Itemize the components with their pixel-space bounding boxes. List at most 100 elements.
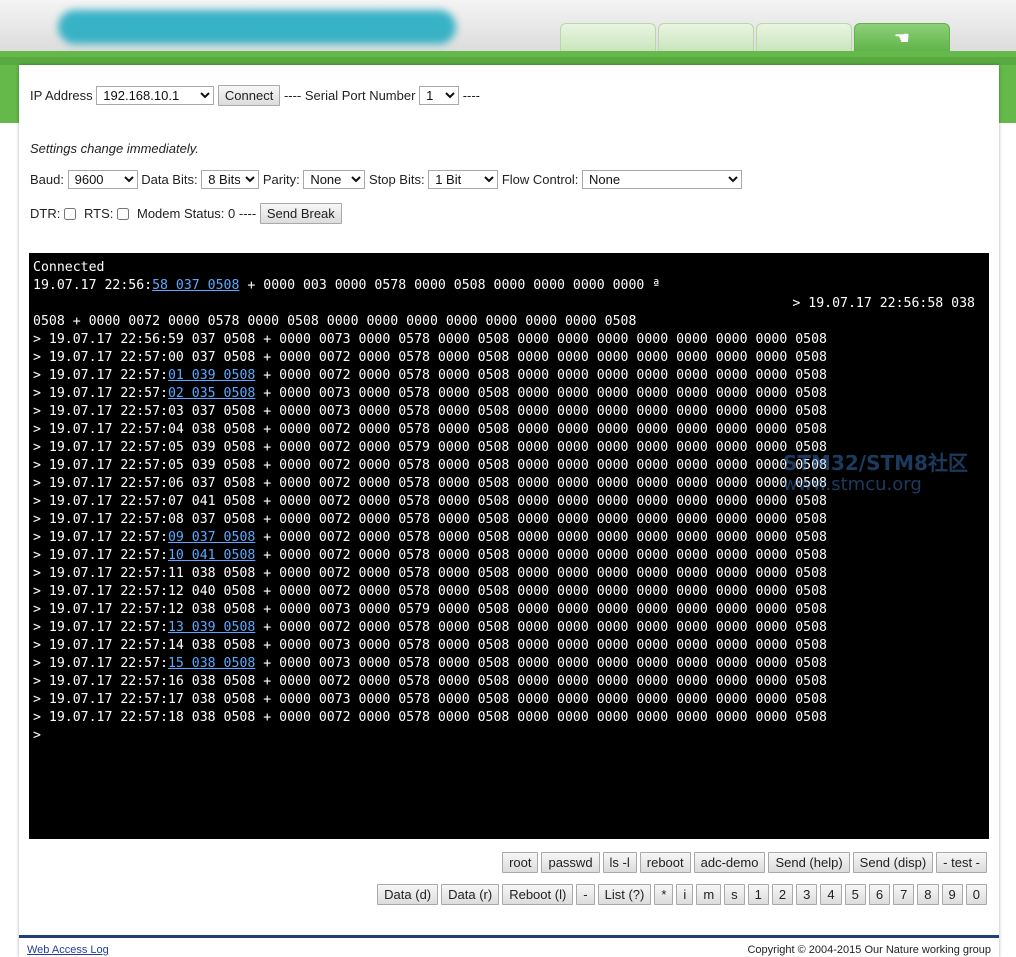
terminal-line: > 19.07.17 22:57:02 035 0508 + 0000 0073… [33,385,985,403]
command-button[interactable]: - [576,884,595,905]
top-banner: ☚ [0,0,1016,52]
terminal-text: > 19.07.17 22:57:18 038 0508 + 0000 0072… [33,710,827,725]
terminal-text: > 19.07.17 22:57: [33,548,168,563]
connection-row: IP Address 192.168.10.1 Connect ---- Ser… [30,85,480,106]
terminal-line: > 19.07.17 22:56:59 037 0508 + 0000 0073… [33,331,985,349]
terminal-link[interactable]: 02 035 0508 [168,386,255,401]
command-button[interactable]: s [724,884,745,905]
terminal-text: > 19.07.17 22:56:58 038 [792,296,975,311]
stopbits-label: Stop Bits: [368,172,425,187]
terminal-text: > 19.07.17 22:57:12 040 0508 + 0000 0072… [33,584,827,599]
command-button[interactable]: 8 [917,884,939,905]
nav-tab-active[interactable]: ☚ [854,23,950,52]
command-button[interactable]: i [676,884,694,905]
terminal-line: > 19.07.17 22:57:12 038 0508 + 0000 0073… [33,601,985,619]
terminal-line: 0508 + 0000 0072 0000 0578 0000 0508 000… [33,313,985,331]
web-access-log-link[interactable]: Web Access Log [27,944,109,956]
serial-port-label: Serial Port Number [304,88,416,103]
watermark-line-1: STM32/STM8社区 [783,451,968,475]
terminal-line: > 19.07.17 22:57:16 038 0508 + 0000 0072… [33,673,985,691]
ip-address-label: IP Address [30,88,93,103]
command-button[interactable]: 1 [747,884,769,905]
nav-tab-1[interactable] [560,23,656,52]
stopbits-select[interactable]: 1 Bit [428,170,499,189]
command-button[interactable]: 5 [844,884,866,905]
command-button[interactable]: 3 [796,884,818,905]
command-button[interactable]: * [654,884,674,905]
serial-port-select[interactable]: 1 [419,86,460,105]
nav-tab-2[interactable] [658,23,754,52]
command-button[interactable]: reboot [639,852,691,873]
command-button[interactable]: 9 [941,884,963,905]
terminal-text: 0508 + 0000 0072 0000 0578 0000 0508 000… [33,314,637,329]
hand-icon: ☚ [893,28,911,48]
terminal-line: > 19.07.17 22:57:10 041 0508 + 0000 0072… [33,547,985,565]
settings-note: Settings change immediately. [30,141,199,156]
command-button[interactable]: 2 [771,884,794,905]
command-button[interactable]: List (?) [597,884,652,905]
terminal-line: > 19.07.17 22:57:01 039 0508 + 0000 0072… [33,367,985,385]
terminal-text: > 19.07.17 22:57:04 038 0508 + 0000 0072… [33,422,827,437]
terminal-link[interactable]: 10 041 0508 [168,548,255,563]
terminal-text: > 19.07.17 22:57:05 039 0508 + 0000 0072… [33,440,827,455]
terminal-text: + 0000 0073 0000 0578 0000 0508 0000 000… [255,386,827,401]
parity-label: Parity: [262,172,300,187]
terminal-line: > 19.07.17 22:56:58 038 [33,295,985,313]
rts-checkbox[interactable] [117,207,130,220]
command-button[interactable]: adc-demo [693,852,766,873]
parity-select[interactable]: None [303,170,366,189]
command-buttons-row-2: Data (d) Data (r) Reboot (l) - List (?) * i m s 1… [374,884,987,905]
terminal-text: > 19.07.17 22:57:03 037 0508 + 0000 0073… [33,404,827,419]
command-button[interactable]: Send (disp) [852,852,934,873]
baud-select[interactable]: 9600 [67,170,138,189]
command-button[interactable]: Data (d) [377,884,439,905]
command-button[interactable]: 6 [868,884,891,905]
databits-select[interactable]: 8 Bits [201,170,260,189]
terminal-text: > 19.07.17 22:57: [33,368,168,383]
terminal-link[interactable]: 09 037 0508 [168,530,255,545]
terminal-line: > 19.07.17 22:57:12 040 0508 + 0000 0072… [33,583,985,601]
flow-control-label: Flow Control: [501,172,579,187]
terminal-link[interactable]: 01 039 0508 [168,368,255,383]
terminal-output[interactable]: Connected 19.07.17 22:56:58 037 0508 + 00… [29,253,989,839]
terminal-line: > 19.07.17 22:57:14 038 0508 + 0000 0073… [33,637,985,655]
command-button[interactable]: Send (help) [768,852,850,873]
terminal-text: > 19.07.17 22:57:00 037 0508 + 0000 0072… [33,350,827,365]
watermark: STM32/STM8社区 www.stmcu.org [783,452,968,496]
terminal-link[interactable]: 13 039 0508 [168,620,255,635]
command-button[interactable]: passwd [541,852,600,873]
terminal-line: Connected [33,259,985,277]
command-button[interactable]: m [696,884,722,905]
connect-button[interactable]: Connect [217,85,281,106]
terminal-line: 19.07.17 22:56:58 037 0508 + 0000 003 00… [33,277,985,295]
nav-tab-3[interactable] [756,23,852,52]
terminal-link[interactable]: 58 037 0508 [152,278,239,293]
watermark-line-2: www.stmcu.org [783,474,922,495]
separator: ---- [283,88,302,103]
command-button[interactable]: Reboot (l) [502,884,574,905]
terminal-line: > 19.07.17 22:57:04 038 0508 + 0000 0072… [33,421,985,439]
command-button[interactable]: 4 [820,884,842,905]
command-button[interactable]: root [502,852,539,873]
ip-address-select[interactable]: 192.168.10.1 [96,86,215,105]
terminal-text: + 0000 0072 0000 0578 0000 0508 0000 000… [255,620,827,635]
terminal-text: + 0000 0072 0000 0578 0000 0508 0000 000… [255,530,827,545]
terminal-text: > 19.07.17 22:57:17 038 0508 + 0000 0073… [33,692,827,707]
terminal-text: > 19.07.17 22:57:12 038 0508 + 0000 0073… [33,602,827,617]
flow-control-select[interactable]: None [582,170,743,189]
rts-label: RTS: [83,206,114,221]
terminal-text: > 19.07.17 22:56:59 037 0508 + 0000 0073… [33,332,827,347]
command-button[interactable]: 0 [965,884,987,905]
command-button[interactable]: Data (r) [441,884,500,905]
dtr-checkbox[interactable] [64,207,77,220]
terminal-text: > 19.07.17 22:57: [33,386,168,401]
terminal-text: > 19.07.17 22:57:05 039 0508 + 0000 0072… [33,458,827,473]
send-break-button[interactable]: Send Break [259,203,342,224]
modem-status-label: Modem Status: 0 [136,206,236,221]
terminal-text: > 19.07.17 22:57:11 038 0508 + 0000 0072… [33,566,827,581]
command-button[interactable]: - test - [936,852,987,873]
terminal-link[interactable]: 15 038 0508 [168,656,255,671]
command-button[interactable]: 7 [893,884,915,905]
command-button[interactable]: ls -l [602,852,637,873]
terminal-text: Connected [33,260,105,275]
